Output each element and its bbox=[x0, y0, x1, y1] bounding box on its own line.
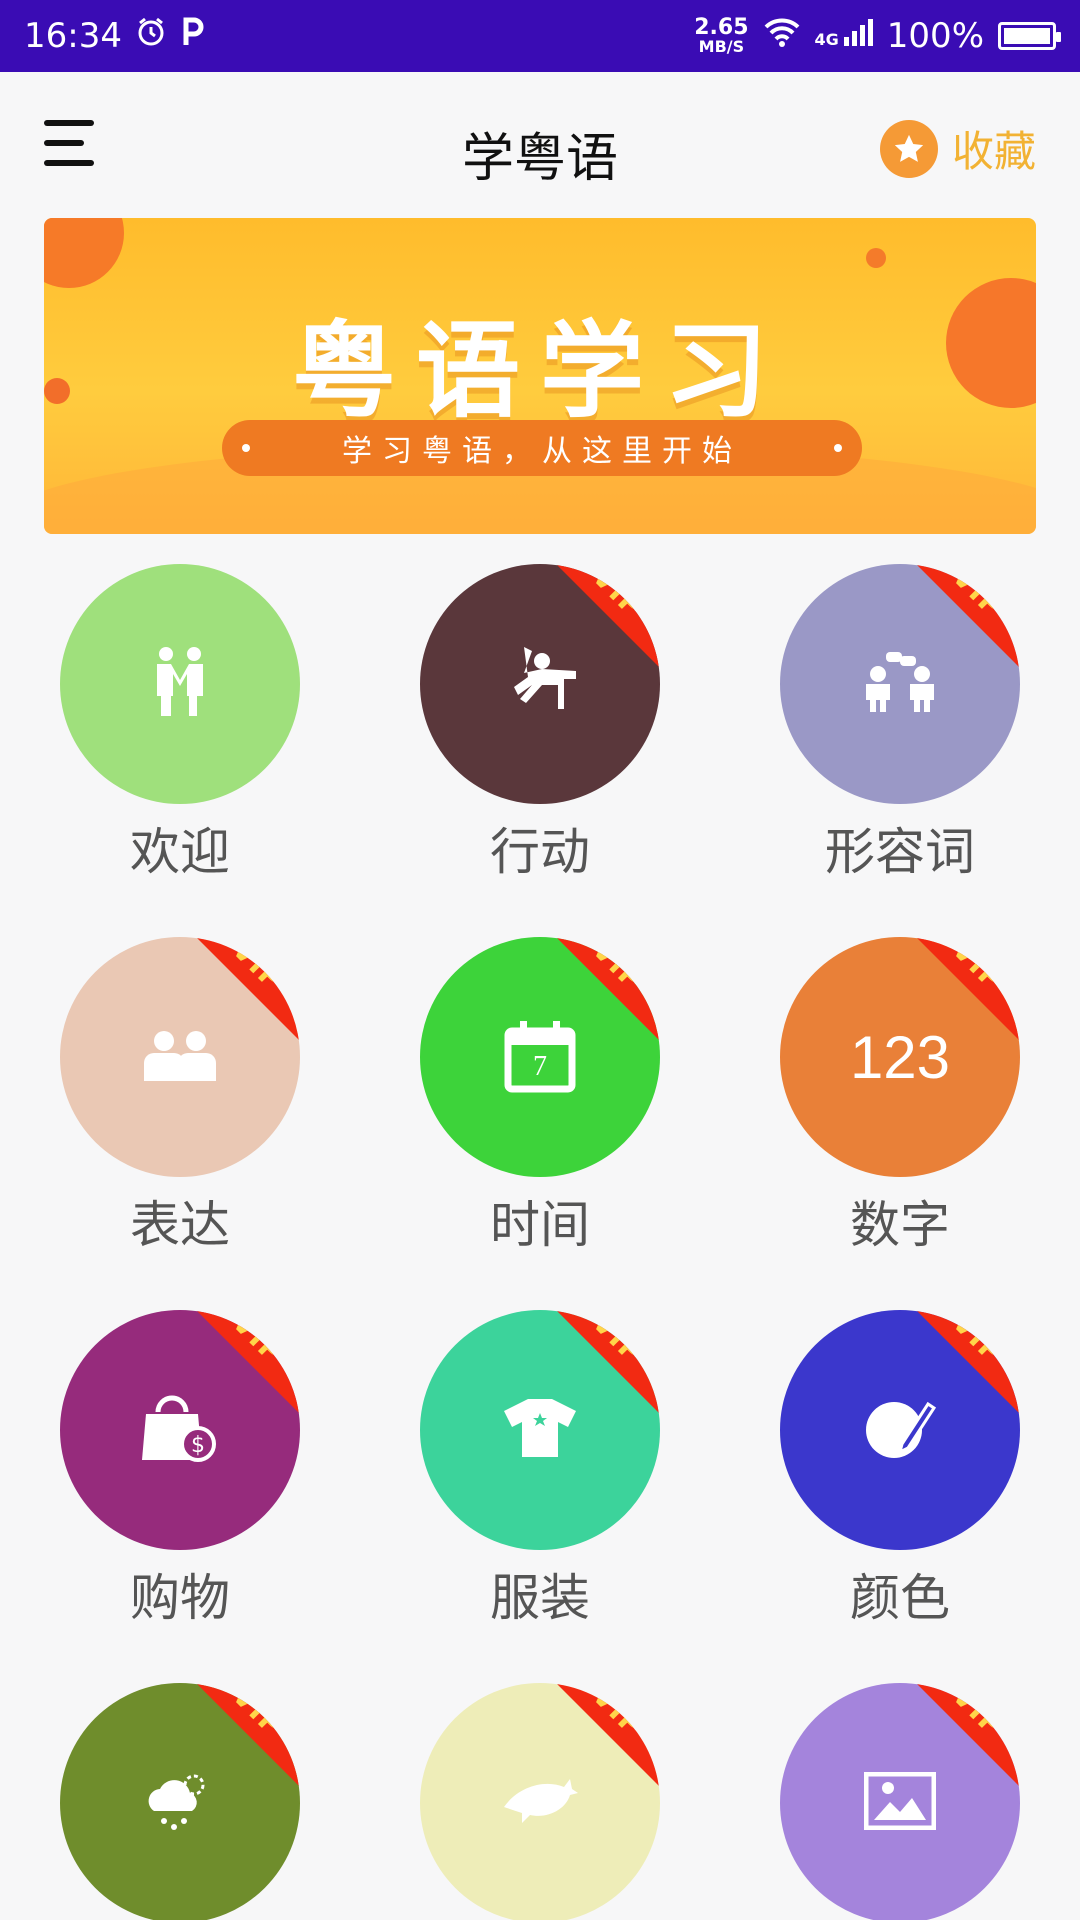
favorites-label: 收藏 bbox=[951, 127, 1036, 176]
status-bar: 16:34 2.65 MB/S 4G 100% bbox=[0, 0, 1080, 72]
svg-text:$: $ bbox=[191, 1433, 205, 1458]
battery-icon bbox=[998, 22, 1061, 50]
network-speed: 2.65 MB/S bbox=[694, 15, 749, 56]
promo-banner[interactable]: 粤语学习 学习粤语，从这里开始 bbox=[44, 218, 1036, 534]
category-label: 购物 bbox=[130, 1569, 230, 1627]
category-label: 表达 bbox=[130, 1196, 230, 1254]
category-shopping[interactable]: $ VIP 购物 bbox=[60, 1310, 300, 1630]
star-icon bbox=[879, 119, 938, 178]
category-label: 数字 bbox=[850, 1196, 950, 1254]
wifi-icon bbox=[763, 16, 801, 56]
category-label: 颜色 bbox=[850, 1569, 950, 1627]
category-animals[interactable]: VIP bbox=[420, 1683, 660, 1920]
category-circle: VIP bbox=[420, 1683, 660, 1920]
category-circle: 123 VIP bbox=[780, 937, 1020, 1177]
category-circle: VIP bbox=[780, 1683, 1020, 1920]
battery-percent: 100% bbox=[886, 16, 984, 56]
category-label: 欢迎 bbox=[130, 823, 230, 881]
category-numbers[interactable]: 123 VIP 数字 bbox=[780, 937, 1020, 1257]
category-circle: VIP bbox=[780, 1310, 1020, 1550]
category-adjectives[interactable]: VIP 形容词 bbox=[780, 564, 1020, 884]
category-label: 行动 bbox=[490, 823, 590, 881]
banner-title: 粤语学习 bbox=[291, 310, 788, 432]
category-label: 形容词 bbox=[825, 823, 975, 881]
category-circle: VIP bbox=[420, 564, 660, 804]
category-time[interactable]: 7 VIP 时间 bbox=[420, 937, 660, 1257]
banner-subtitle: 学习粤语，从这里开始 bbox=[222, 420, 862, 476]
signal-icon bbox=[843, 16, 873, 56]
category-circle: $ VIP bbox=[60, 1310, 300, 1550]
category-circle: VIP bbox=[780, 564, 1020, 804]
calendar-day: 7 bbox=[533, 1051, 547, 1082]
app-bar: 学粤语 收藏 bbox=[0, 72, 1080, 220]
handshake-people-icon bbox=[153, 646, 207, 722]
network-type: 4G bbox=[814, 30, 839, 49]
category-welcome[interactable]: 欢迎 bbox=[60, 564, 300, 884]
category-weather[interactable]: VIP bbox=[60, 1683, 300, 1920]
alarm-icon bbox=[136, 16, 166, 56]
parking-icon bbox=[180, 16, 206, 56]
favorites-button[interactable]: 收藏 bbox=[879, 118, 1036, 179]
category-circle: 7 VIP bbox=[420, 937, 660, 1177]
category-action[interactable]: VIP 行动 bbox=[420, 564, 660, 884]
category-expressions[interactable]: VIP 表达 bbox=[60, 937, 300, 1257]
category-pictures[interactable]: VIP bbox=[780, 1683, 1020, 1920]
category-label: 时间 bbox=[490, 1196, 590, 1254]
category-circle: VIP bbox=[60, 937, 300, 1177]
status-time: 16:34 bbox=[24, 16, 122, 56]
category-label: 服装 bbox=[490, 1569, 590, 1627]
category-clothing[interactable]: VIP 服装 bbox=[420, 1310, 660, 1630]
category-circle: VIP bbox=[60, 1683, 300, 1920]
category-circle bbox=[60, 564, 300, 804]
category-circle: VIP bbox=[420, 1310, 660, 1550]
category-colors[interactable]: VIP 颜色 bbox=[780, 1310, 1020, 1630]
